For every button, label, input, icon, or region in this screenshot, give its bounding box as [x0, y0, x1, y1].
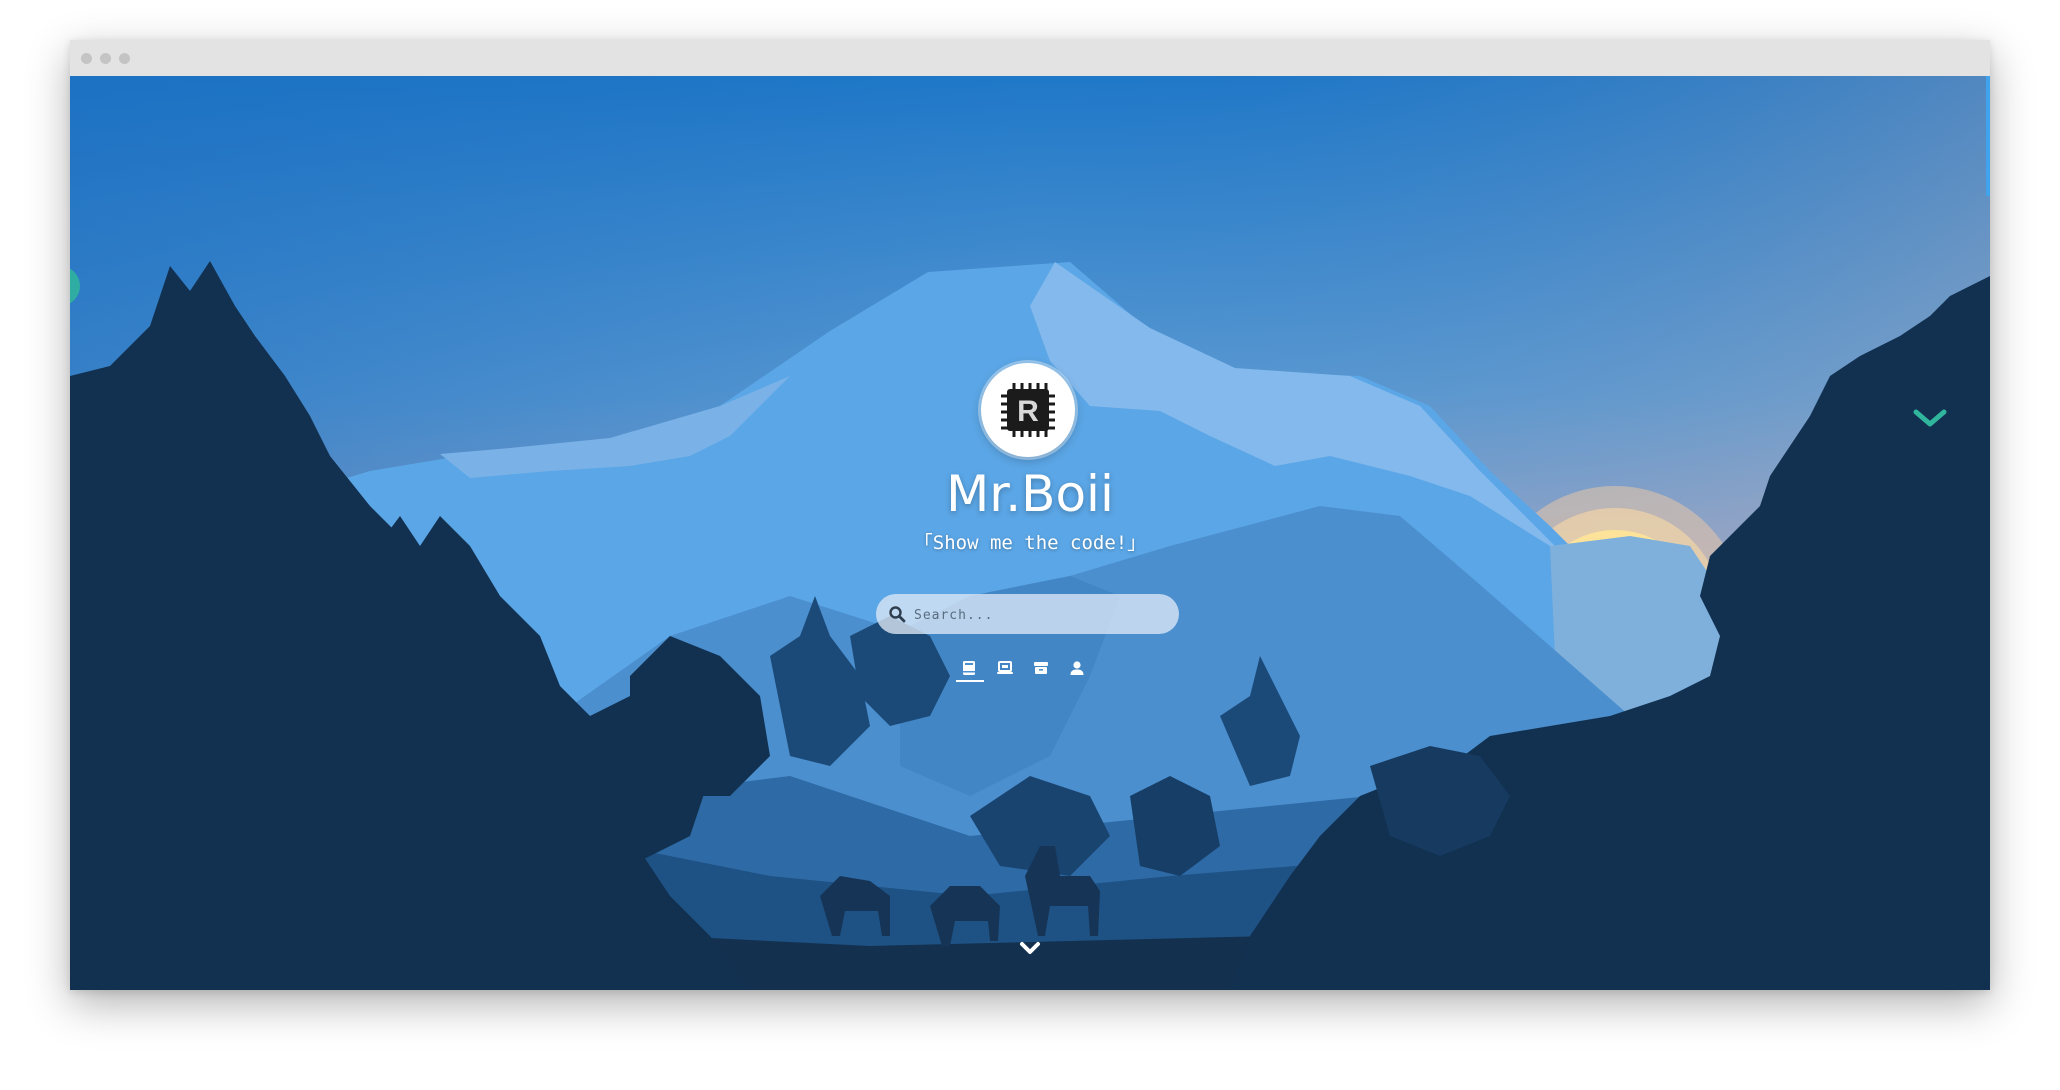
- book-icon: [963, 661, 975, 675]
- nav-item-projects[interactable]: [990, 654, 1020, 684]
- page-viewport: R Mr.Boii 「Show me the code!」: [70, 76, 1990, 990]
- chip-logo-icon: R: [1001, 383, 1055, 437]
- nav-item-posts[interactable]: [954, 654, 984, 684]
- scroll-down-chevron-icon[interactable]: [1010, 934, 1050, 964]
- window-titlebar: [70, 40, 1990, 76]
- search-box[interactable]: [876, 594, 1179, 636]
- browser-window: R Mr.Boii 「Show me the code!」: [70, 40, 1990, 990]
- user-icon: [1070, 661, 1084, 675]
- window-maximize-dot[interactable]: [119, 53, 130, 64]
- window-minimize-dot[interactable]: [100, 53, 111, 64]
- avatar-letter: R: [1017, 395, 1039, 428]
- laptop-icon: [997, 661, 1013, 674]
- nav-item-archive[interactable]: [1026, 654, 1056, 684]
- hero-nav: [954, 654, 1106, 684]
- site-subtitle: 「Show me the code!」: [913, 532, 1147, 554]
- avatar[interactable]: R: [981, 363, 1075, 457]
- search-input[interactable]: [912, 594, 1171, 636]
- nav-item-about[interactable]: [1062, 654, 1092, 684]
- site-title: Mr.Boii: [946, 465, 1114, 523]
- archive-icon: [1034, 662, 1048, 674]
- search-icon: [889, 606, 906, 623]
- hero-section: R Mr.Boii 「Show me the code!」: [70, 76, 1990, 990]
- window-close-dot[interactable]: [81, 53, 92, 64]
